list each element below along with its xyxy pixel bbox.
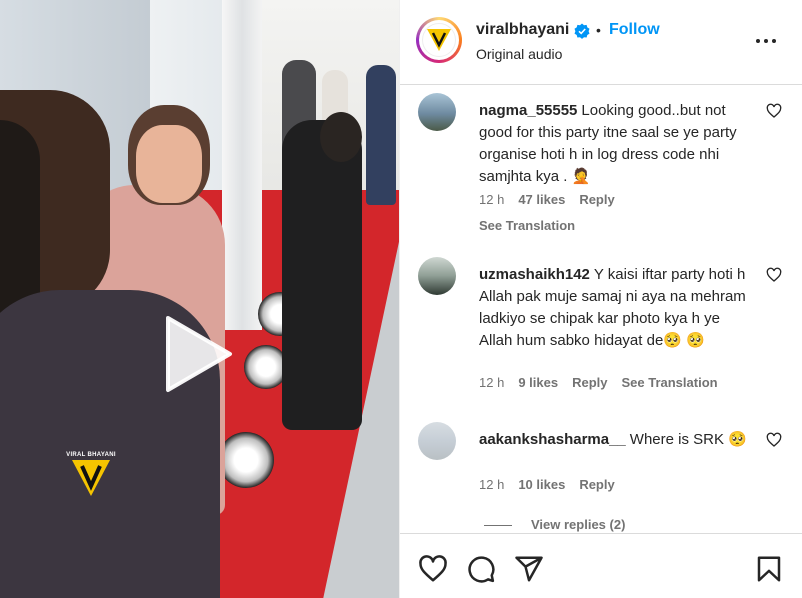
post-actions-bar — [400, 533, 802, 598]
comment-text: nagma_55555 Looking good..but not good fo… — [479, 100, 755, 188]
profile-avatar[interactable] — [416, 17, 462, 63]
comment-time: 12 h — [479, 477, 505, 492]
comment-username[interactable]: aakankshasharma__ — [479, 431, 626, 448]
worker-figure — [282, 120, 362, 430]
comment-like-heart-icon[interactable] — [766, 267, 782, 283]
view-replies-button[interactable]: View replies (2) — [531, 517, 625, 532]
comment-like-heart-icon[interactable] — [766, 432, 782, 448]
save-icon[interactable] — [754, 554, 784, 584]
comment-username[interactable]: nagma_55555 — [479, 102, 577, 119]
comment-time: 12 h — [479, 375, 505, 390]
comment-icon[interactable] — [466, 554, 496, 584]
commenter-avatar[interactable] — [418, 93, 456, 131]
comment-likes[interactable]: 47 likes — [518, 192, 565, 207]
worker-head — [320, 112, 362, 162]
comment-meta: 12 h 10 likes Reply — [479, 477, 629, 492]
separator-dot: • — [596, 22, 601, 38]
comment-time: 12 h — [479, 192, 505, 207]
background-person — [366, 65, 396, 205]
like-icon[interactable] — [418, 554, 448, 584]
comment-like-heart-icon[interactable] — [766, 103, 782, 119]
more-options-icon[interactable] — [756, 36, 778, 46]
comment-likes[interactable]: 9 likes — [518, 375, 558, 390]
follow-button[interactable]: Follow — [609, 21, 660, 39]
woman-face — [136, 125, 202, 203]
viral-bhayani-logo-icon — [72, 460, 110, 496]
reply-button[interactable]: Reply — [572, 375, 607, 390]
reply-button[interactable]: Reply — [579, 192, 614, 207]
commenter-avatar[interactable] — [418, 257, 456, 295]
stage-light — [218, 432, 274, 488]
post-header: viralbhayani • Follow Original audio — [400, 0, 802, 85]
comment-meta: 12 h 47 likes Reply — [479, 192, 629, 207]
comments-list[interactable]: nagma_55555 Looking good..but not good fo… — [400, 85, 802, 533]
commenter-avatar[interactable] — [418, 422, 456, 460]
viral-bhayani-logo-icon — [427, 29, 451, 51]
view-replies-line — [484, 525, 512, 526]
comment-likes[interactable]: 10 likes — [518, 477, 565, 492]
white-curtain — [222, 0, 262, 330]
see-translation-link[interactable]: See Translation — [621, 375, 717, 390]
comment-body: Where is SRK 🥺 — [629, 431, 747, 448]
username-link[interactable]: viralbhayani — [476, 21, 569, 39]
watermark: VIRAL BHAYANI — [66, 452, 116, 503]
post-sidebar: viralbhayani • Follow Original audio nag… — [399, 0, 802, 598]
play-icon[interactable] — [158, 312, 238, 396]
comment-text: aakankshasharma__ Where is SRK 🥺 — [479, 429, 755, 451]
verified-badge-icon — [574, 23, 590, 39]
reply-button[interactable]: Reply — [579, 477, 614, 492]
comment-username[interactable]: uzmashaikh142 — [479, 266, 590, 283]
share-icon[interactable] — [514, 554, 544, 584]
comment-meta: 12 h 9 likes Reply See Translation — [479, 375, 732, 390]
original-audio-link[interactable]: Original audio — [476, 46, 562, 62]
reel-video[interactable]: VIRAL BHAYANI — [0, 0, 399, 598]
see-translation-link[interactable]: See Translation — [479, 218, 575, 233]
comment-text: uzmashaikh142 Y kaisi iftar party hoti h … — [479, 264, 755, 352]
